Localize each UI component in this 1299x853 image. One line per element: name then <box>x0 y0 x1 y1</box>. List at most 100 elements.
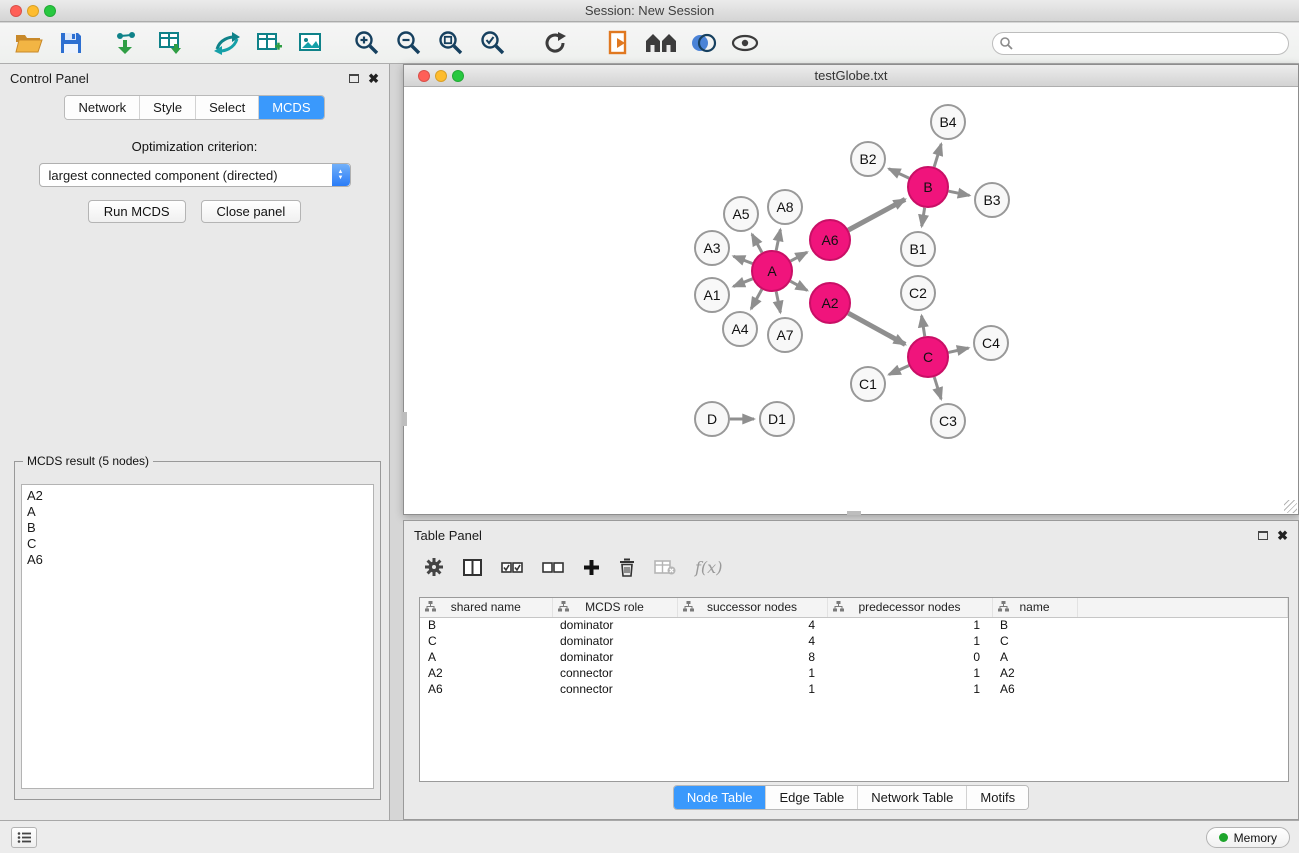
open-document-button[interactable] <box>602 26 636 60</box>
tab-select[interactable]: Select <box>196 96 259 119</box>
zoom-window-button[interactable] <box>44 5 56 17</box>
zoom-fit-button[interactable] <box>434 26 468 60</box>
graph-edge-C-C4[interactable] <box>948 348 968 352</box>
column-header-mcds-role[interactable]: MCDS role <box>552 598 677 617</box>
graph-node-C3[interactable]: C3 <box>931 404 965 438</box>
create-column-button[interactable] <box>583 559 600 576</box>
open-session-button[interactable] <box>12 26 46 60</box>
table-settings-button[interactable] <box>424 557 444 577</box>
graph-edge-B-B3[interactable] <box>949 191 970 195</box>
delete-column-button[interactable] <box>619 557 635 577</box>
graph-node-D[interactable]: D <box>695 402 729 436</box>
graph-node-C2[interactable]: C2 <box>901 276 935 310</box>
home-button[interactable] <box>644 26 678 60</box>
show-columns-button[interactable] <box>463 559 482 576</box>
zoom-out-button[interactable] <box>392 26 426 60</box>
mcds-result-item[interactable]: B <box>27 520 368 536</box>
tab-edge-table[interactable]: Edge Table <box>766 786 858 809</box>
graph-edge-B-B2[interactable] <box>889 169 909 178</box>
refresh-layout-button[interactable] <box>538 26 572 60</box>
graph-edge-A-A1[interactable] <box>733 279 752 287</box>
network-canvas[interactable]: B4B2BB3A5A8A6B1A3AA1A2C2A4A7C4CC1C3DD1 <box>404 88 1298 514</box>
table-float-panel-button[interactable] <box>1258 528 1277 543</box>
graph-node-C4[interactable]: C4 <box>974 326 1008 360</box>
graph-edge-B-B4[interactable] <box>934 144 941 167</box>
tab-node-table[interactable]: Node Table <box>674 786 767 809</box>
resize-grip-icon[interactable] <box>1284 500 1297 513</box>
import-table-file-button[interactable] <box>154 26 188 60</box>
close-panel-button[interactable]: ✖ <box>368 72 379 85</box>
import-network-file-button[interactable] <box>110 26 144 60</box>
float-panel-button[interactable] <box>349 71 368 86</box>
export-image-button[interactable] <box>294 26 328 60</box>
graph-edge-A-A6[interactable] <box>791 252 808 261</box>
graph-edge-B-B1[interactable] <box>922 208 925 227</box>
graph-node-B[interactable]: B <box>908 167 948 207</box>
column-header-name[interactable]: name <box>992 598 1077 617</box>
graph-edge-A-A4[interactable] <box>751 289 762 308</box>
graph-node-D1[interactable]: D1 <box>760 402 794 436</box>
graph-node-A8[interactable]: A8 <box>768 190 802 224</box>
graph-node-A1[interactable]: A1 <box>695 278 729 312</box>
graph-node-C1[interactable]: C1 <box>851 367 885 401</box>
unselect-all-columns-button[interactable] <box>542 561 564 574</box>
column-header-successor-nodes[interactable]: successor nodes <box>677 598 827 617</box>
close-window-button[interactable] <box>10 5 22 17</box>
tab-motifs[interactable]: Motifs <box>967 786 1028 809</box>
new-table-button[interactable] <box>252 26 286 60</box>
graph-edge-A-A3[interactable] <box>733 256 752 263</box>
graph-edge-C-C1[interactable] <box>889 366 909 375</box>
tab-style[interactable]: Style <box>140 96 196 119</box>
table-row[interactable]: Bdominator41B <box>420 617 1288 633</box>
graph-edge-C-C3[interactable] <box>934 377 941 399</box>
graph-edge-A-A7[interactable] <box>776 292 780 313</box>
memory-button[interactable]: Memory <box>1206 827 1290 848</box>
table-row[interactable]: A6connector11A6 <box>420 681 1288 697</box>
graph-node-A7[interactable]: A7 <box>768 318 802 352</box>
graph-edge-C-C2[interactable] <box>922 316 925 337</box>
network-zoom-button[interactable] <box>452 70 464 82</box>
graph-node-B4[interactable]: B4 <box>931 105 965 139</box>
graph-edge-A6-B[interactable] <box>848 199 905 230</box>
style-venn-button[interactable] <box>686 26 720 60</box>
table-row[interactable]: Cdominator41C <box>420 633 1288 649</box>
zoom-in-button[interactable] <box>350 26 384 60</box>
delete-table-button[interactable] <box>654 559 676 575</box>
search-input[interactable] <box>992 32 1289 55</box>
graph-node-A3[interactable]: A3 <box>695 231 729 265</box>
graph-node-A6[interactable]: A6 <box>810 220 850 260</box>
mcds-result-item[interactable]: C <box>27 536 368 552</box>
graph-node-B3[interactable]: B3 <box>975 183 1009 217</box>
task-history-button[interactable] <box>11 827 37 848</box>
show-graphics-details-button[interactable] <box>728 26 762 60</box>
network-close-button[interactable] <box>418 70 430 82</box>
graph-node-C[interactable]: C <box>908 337 948 377</box>
table-close-panel-button[interactable]: ✖ <box>1277 529 1288 542</box>
graph-node-B2[interactable]: B2 <box>851 142 885 176</box>
new-network-button[interactable] <box>210 26 244 60</box>
graph-edge-A2-C[interactable] <box>848 313 905 344</box>
zoom-selected-button[interactable] <box>476 26 510 60</box>
close-panel-action-button[interactable]: Close panel <box>201 200 302 223</box>
function-builder-button[interactable]: f(x) <box>695 558 722 577</box>
splitter-handle-horizontal[interactable] <box>847 511 861 515</box>
tab-mcds[interactable]: MCDS <box>259 96 323 119</box>
table-row[interactable]: A2connector11A2 <box>420 665 1288 681</box>
select-all-columns-button[interactable] <box>501 561 523 574</box>
column-header-predecessor-nodes[interactable]: predecessor nodes <box>827 598 992 617</box>
network-window-titlebar[interactable]: testGlobe.txt <box>404 65 1298 87</box>
graph-node-A2[interactable]: A2 <box>810 283 850 323</box>
graph-node-B1[interactable]: B1 <box>901 232 935 266</box>
mcds-result-item[interactable]: A <box>27 504 368 520</box>
save-session-button[interactable] <box>54 26 88 60</box>
graph-node-A4[interactable]: A4 <box>723 312 757 346</box>
graph-edge-A-A5[interactable] <box>752 234 762 252</box>
minimize-window-button[interactable] <box>27 5 39 17</box>
mcds-result-list[interactable]: A2ABCA6 <box>21 484 374 789</box>
graph-node-A[interactable]: A <box>752 251 792 291</box>
tab-network-table[interactable]: Network Table <box>858 786 967 809</box>
mcds-result-item[interactable]: A2 <box>27 488 368 504</box>
table-row[interactable]: Adominator80A <box>420 649 1288 665</box>
column-header-shared-name[interactable]: shared name <box>420 598 552 617</box>
graph-edge-A-A8[interactable] <box>776 230 780 251</box>
